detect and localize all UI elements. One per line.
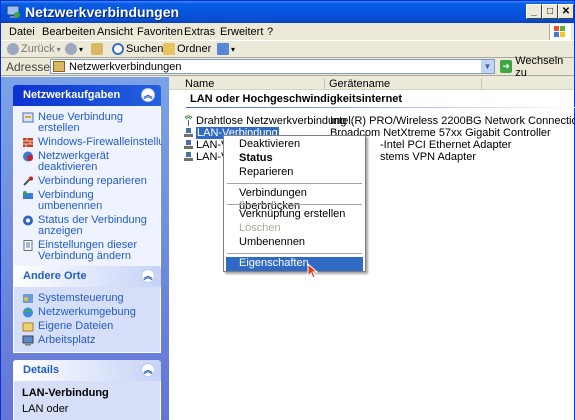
lan-connection-icon	[184, 140, 193, 149]
documents-folder-icon	[22, 322, 34, 332]
task-rename-connection[interactable]: Verbindung umbenennen	[22, 190, 160, 212]
network-tasks-header[interactable]: Netzwerkaufgaben ︽	[13, 85, 161, 106]
collapse-icon[interactable]: ︽	[141, 88, 155, 102]
mouse-cursor-icon	[307, 263, 319, 279]
menu-item-reparieren[interactable]: Reparieren	[226, 166, 363, 180]
folder-icon	[163, 43, 175, 55]
go-button[interactable]: ➜ Wechseln zu	[500, 55, 574, 79]
rename-icon	[23, 191, 33, 199]
menu-separator	[227, 204, 362, 205]
task-new-connection[interactable]: Neue Verbindung erstellen	[22, 112, 160, 134]
group-title: LAN oder Hochgeschwindigkeitsinternet	[190, 93, 403, 105]
group-divider	[186, 107, 575, 108]
network-connections-icon	[6, 5, 20, 18]
lan-connection-icon	[184, 152, 193, 161]
connection-row-wireless[interactable]: Drahtlose Netzwerkverbindung Intel(R) PR…	[183, 115, 575, 127]
up-folder-icon	[91, 43, 103, 55]
collapse-icon[interactable]: ︽	[141, 269, 155, 283]
other-places-header[interactable]: Andere Orte ︽	[13, 266, 161, 287]
menu-item-create-shortcut[interactable]: Verknüpfung erstellen	[226, 208, 363, 222]
menu-erweitert[interactable]: Erweitert	[220, 26, 263, 38]
menu-item-status[interactable]: Status	[226, 152, 363, 166]
column-name[interactable]: Name	[185, 78, 214, 90]
menu-help[interactable]: ?	[267, 26, 273, 38]
forward-arrow-icon	[65, 43, 77, 55]
details-name: LAN-Verbindung	[22, 387, 109, 399]
minimize-button[interactable]: _	[526, 4, 542, 19]
task-connection-status[interactable]: Status der Verbindung anzeigen	[22, 215, 160, 237]
windows-logo-icon	[549, 24, 571, 40]
column-device[interactable]: Gerätename	[329, 78, 390, 90]
task-pane: Netzwerkaufgaben ︽ Neue Verbindung erste…	[1, 77, 169, 420]
wireless-icon	[184, 115, 193, 126]
column-header: Name Gerätename	[169, 77, 574, 90]
repair-icon	[23, 176, 33, 186]
menu-bar: Datei Bearbeiten Ansicht Favoriten Extra…	[1, 23, 574, 41]
status-icon	[23, 215, 33, 226]
search-button[interactable]: Suchen	[112, 42, 163, 56]
task-repair-connection[interactable]: Verbindung reparieren	[22, 176, 160, 187]
details-header[interactable]: Details ︽	[13, 360, 161, 381]
place-control-panel[interactable]: Systemsteuerung	[22, 293, 160, 304]
views-icon	[217, 43, 229, 55]
menu-datei[interactable]: Datei	[9, 26, 35, 38]
menu-item-rename[interactable]: Umbenennen	[226, 236, 363, 250]
folders-button[interactable]: Ordner	[163, 42, 211, 56]
address-input[interactable]: Netzwerkverbindungen ▼	[50, 59, 495, 74]
details-panel: Details ︽ LAN-Verbindung LAN oder	[13, 360, 161, 420]
lan-connection-icon	[184, 128, 193, 137]
task-disable-device[interactable]: Netzwerkgerät deaktivieren	[22, 151, 160, 173]
network-folder-icon	[53, 61, 65, 72]
title-bar[interactable]: Netzwerkverbindungen _ □ ✕	[1, 1, 574, 23]
place-network-neighborhood[interactable]: Netzwerkumgebung	[22, 307, 160, 318]
forward-button[interactable]: ▾	[65, 42, 83, 56]
chevron-down-icon: ▾	[79, 44, 84, 54]
computer-icon	[22, 335, 34, 346]
chevron-down-icon: ▾	[231, 44, 236, 54]
place-my-computer[interactable]: Arbeitsplatz	[22, 335, 160, 346]
menu-ansicht[interactable]: Ansicht	[97, 26, 133, 38]
address-bar: Adresse Netzwerkverbindungen ▼ ➜ Wechsel…	[1, 55, 574, 79]
menu-item-deaktivieren[interactable]: Deaktivieren	[226, 138, 363, 152]
menu-bearbeiten[interactable]: Bearbeiten	[42, 26, 95, 38]
menu-item-properties[interactable]: Eigenschaften	[226, 257, 363, 271]
globe-icon	[23, 307, 33, 318]
place-my-documents[interactable]: Eigene Dateien	[22, 321, 160, 332]
network-tasks-panel: Netzwerkaufgaben ︽ Neue Verbindung erste…	[13, 85, 162, 273]
task-firewall-settings[interactable]: Windows-Firewalleinstellungen ändern	[22, 137, 162, 148]
back-arrow-icon	[7, 43, 19, 55]
menu-favoriten[interactable]: Favoriten	[137, 26, 183, 38]
search-icon	[112, 43, 124, 55]
menu-separator	[227, 183, 362, 184]
context-menu: Deaktivieren Status Reparieren Verbindun…	[223, 135, 366, 272]
views-button[interactable]: ▾	[217, 42, 235, 56]
address-value: Netzwerkverbindungen	[69, 61, 182, 73]
menu-item-delete: Löschen	[239, 222, 281, 234]
close-button[interactable]: ✕	[558, 4, 574, 19]
disable-device-icon	[23, 151, 33, 162]
explorer-window: Netzwerkverbindungen _ □ ✕ Datei Bearbei…	[0, 0, 575, 420]
menu-separator	[227, 253, 362, 254]
collapse-icon[interactable]: ︽	[141, 363, 155, 377]
firewall-icon	[23, 138, 33, 147]
maximize-button[interactable]: □	[542, 4, 558, 19]
menu-item-bridge[interactable]: Verbindungen überbrücken	[226, 187, 363, 212]
address-dropdown-button[interactable]: ▼	[481, 60, 494, 73]
settings-document-icon	[23, 240, 33, 251]
address-label: Adresse	[6, 60, 51, 74]
task-change-settings[interactable]: Einstellungen dieser Verbindung ändern	[22, 240, 160, 262]
go-arrow-icon: ➜	[500, 60, 513, 73]
details-type: LAN oder	[22, 403, 69, 415]
control-panel-icon	[23, 294, 33, 303]
chevron-down-icon: ▾	[56, 44, 61, 54]
toolbar: Zurück ▾ ▾ Suchen Ordner ▾	[1, 41, 574, 58]
new-connection-icon	[22, 112, 34, 123]
back-button[interactable]: Zurück ▾	[7, 42, 61, 56]
menu-extras[interactable]: Extras	[184, 26, 215, 38]
up-folder-button[interactable]	[91, 42, 105, 56]
other-places-panel: Andere Orte ︽ Systemsteuerung Netzwerkum…	[13, 266, 161, 353]
window-title: Netzwerkverbindungen	[25, 4, 180, 20]
